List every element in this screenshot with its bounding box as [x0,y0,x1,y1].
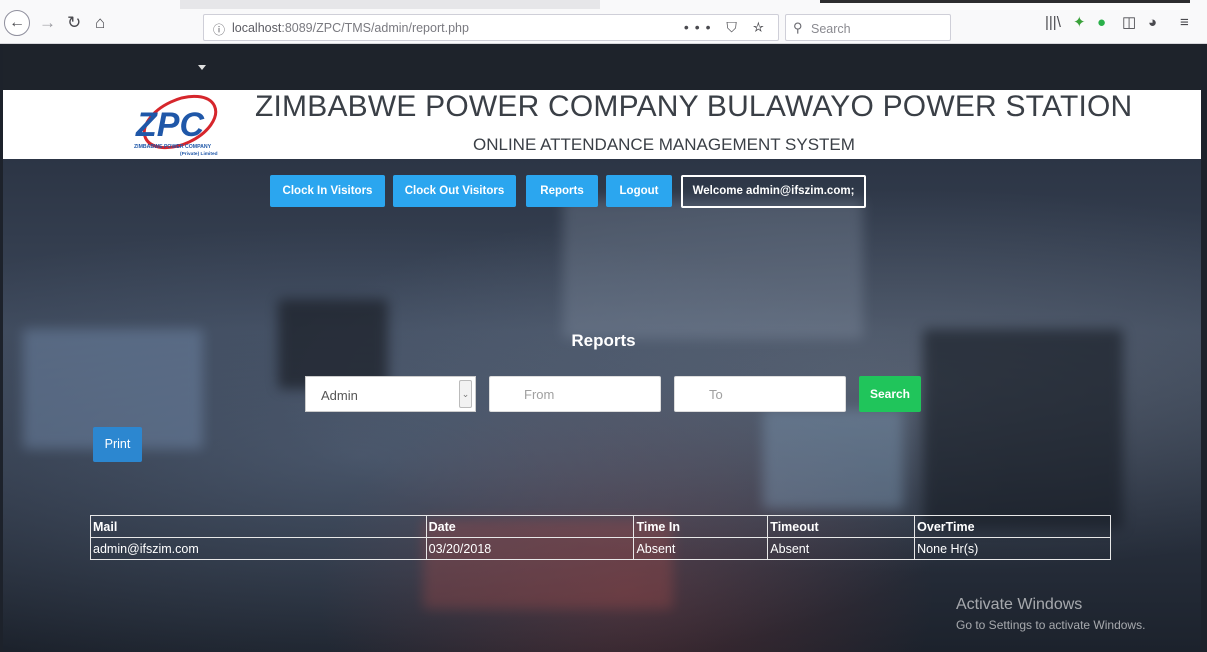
extension-icon[interactable]: ✦ [1073,15,1086,30]
table-header-row: Mail Date Time In Timeout OverTime [90,515,1111,538]
browser-search-placeholder: Search [811,22,851,36]
search-icon: ⚲ [793,20,803,35]
reload-button[interactable]: ↻ [67,14,81,31]
search-button[interactable]: Search [859,376,921,412]
column-header-mail: Mail [90,515,427,538]
url-path: :8089/ZPC/TMS/admin/report.php [281,21,469,35]
print-button[interactable]: Print [93,427,142,462]
url-text: localhost:8089/ZPC/TMS/admin/report.php [232,21,469,35]
clock-out-visitors-button[interactable]: Clock Out Visitors [393,175,516,207]
forward-button[interactable]: → [39,14,56,31]
page-title: ZIMBABWE POWER COMPANY BULAWAYO POWER ST… [255,90,1133,123]
reports-heading: Reports [571,331,636,350]
library-icon[interactable]: |||\ [1045,15,1061,30]
tab-strip [180,0,600,9]
page-subtitle: ONLINE ATTENDANCE MANAGEMENT SYSTEM [473,135,855,154]
cell-date: 03/20/2018 [425,537,635,560]
table-row: admin@ifszim.com 03/20/2018 Absent Absen… [90,537,1111,560]
logo-caption: ZIMBABWE POWER COMPANY [134,144,212,150]
bg-shape [923,329,1123,529]
url-bar[interactable]: ⓘ localhost:8089/ZPC/TMS/admin/report.ph… [203,14,779,41]
column-header-overtime: OverTime [914,515,1111,538]
reload-icon: ↻ [67,13,82,32]
chevron-down-icon[interactable]: ⌄ [459,380,472,408]
cell-mail: admin@ifszim.com [90,537,427,560]
clock-in-visitors-button[interactable]: Clock In Visitors [270,175,385,207]
info-icon[interactable]: ⓘ [213,21,225,38]
user-select-value: Admin [321,388,358,403]
report-table: Mail Date Time In Timeout OverTime admin… [90,515,1111,560]
to-date-input[interactable] [674,376,846,412]
browser-toolbar: ← → ↻ ⌂ ⓘ localhost:8089/ZPC/TMS/admin/r… [0,0,1207,44]
sidebar-icon[interactable]: ◫ [1122,15,1136,30]
bg-wall [563,199,863,339]
menu-icon[interactable]: ≡ [1180,15,1189,30]
addon-icon[interactable]: ◕ [1148,15,1157,30]
logo-caption-2: (Private) Limited [180,151,218,157]
forward-arrow-icon: → [39,13,56,32]
site-navbar [3,44,1201,90]
url-host: localhost [232,21,282,35]
browser-search-bar[interactable]: ⚲ Search [785,14,951,41]
cell-timeout: Absent [767,537,916,560]
home-button[interactable]: ⌂ [95,14,105,31]
site-header: ZPC ZIMBABWE POWER COMPANY (Private) Lim… [3,90,1201,159]
tab-strip-dark [820,0,1190,3]
welcome-badge: Welcome admin@ifszim.com; [681,175,866,208]
back-button[interactable]: ← [4,10,30,36]
dropdown-caret-icon[interactable] [198,65,206,70]
activate-windows-watermark: Activate Windows Go to Settings to activ… [956,596,1145,632]
zpc-logo: ZPC ZIMBABWE POWER COMPANY (Private) Lim… [134,94,218,157]
page-actions[interactable]: ••• ⛉ ☆ [684,19,770,36]
column-header-timeout: Timeout [767,515,916,538]
user-select[interactable]: Admin ⌄ [305,376,476,412]
bg-monitor [763,409,903,509]
home-icon: ⌂ [95,13,106,32]
column-header-date: Date [425,515,635,538]
cell-time-in: Absent [633,537,769,560]
back-arrow-icon: ← [9,14,25,31]
watermark-subtitle: Go to Settings to activate Windows. [956,618,1146,632]
watermark-title: Activate Windows [956,596,1083,613]
check-icon[interactable]: ● [1097,15,1106,30]
logout-button[interactable]: Logout [606,175,672,207]
from-date-input[interactable] [489,376,661,412]
column-header-time-in: Time In [633,515,769,538]
reports-button[interactable]: Reports [526,175,598,207]
cell-overtime: None Hr(s) [914,537,1111,560]
logo-text: ZPC [135,106,204,144]
